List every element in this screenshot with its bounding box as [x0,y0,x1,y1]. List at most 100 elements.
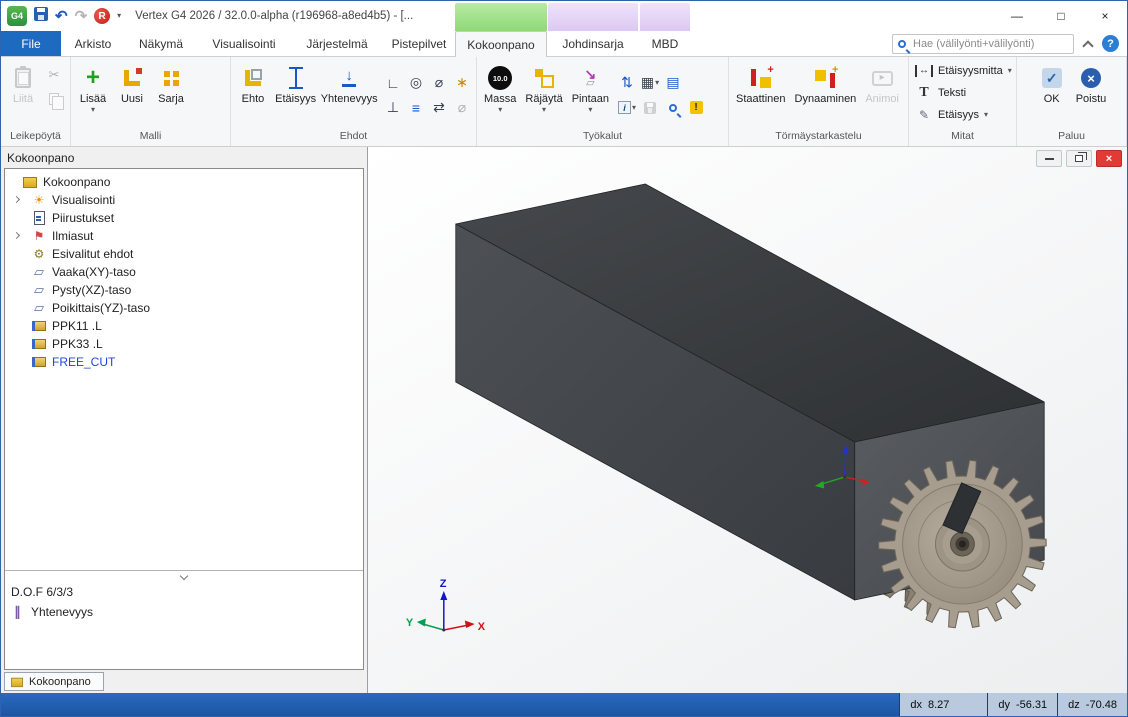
dropdown-caret-icon: ▾ [588,106,592,114]
tab-jarjestelma[interactable]: Järjestelmä [291,31,383,56]
parallel-constraint-icon[interactable]: ≡ [405,96,427,120]
text-annotation-button[interactable]: T Teksti [915,83,966,102]
tab-pistepilvet[interactable]: Pistepilvet [383,31,455,56]
list-rows-icon[interactable]: ▤ [662,71,684,95]
search-box[interactable] [892,34,1074,54]
constraint-button[interactable]: Ehto [234,60,272,106]
angle-constraint-icon[interactable]: ∟ [382,71,404,95]
tree-item-yz-plane[interactable]: ▱ Poikittais(YZ)-taso [5,299,363,317]
window-title: Vertex G4 2026 / 32.0.0-alpha (r196968-a… [135,10,413,22]
panel-empty-space [5,623,363,669]
tab-nakyma[interactable]: Näkymä [125,31,197,56]
swap-constraint-icon[interactable]: ⇄ [428,96,450,120]
expand-chevron-icon[interactable] [13,196,20,203]
panel-splitter[interactable] [5,570,363,583]
tree-box: Kokoonpano ☀ Visualisointi Piirustukset … [4,168,364,670]
perpendicular-constraint-icon[interactable]: ⊥ [382,96,404,120]
app-logo-icon[interactable]: G4 [7,6,27,26]
zoom-button[interactable] [662,96,684,120]
dynamic-collision-icon: + [813,68,837,89]
distance-constraint-icon [289,67,303,89]
info-button[interactable]: i▾ [616,96,638,120]
minimize-button[interactable]: — [995,1,1039,31]
ok-button[interactable]: ✓ OK [1033,60,1071,106]
tree-item-ppk33[interactable]: PPK33 .L [5,335,363,353]
ribbon-group-collision: + Staattinen + Dynaaminen ▸ Animoi Törmä… [729,57,909,146]
assembly-tree-panel: Kokoonpano Kokoonpano ☀ Visualisointi Pi… [1,147,368,693]
panel-title: Kokoonpano [1,147,367,168]
help-button[interactable]: ? [1102,35,1119,52]
tree-item-xy-plane[interactable]: ▱ Vaaka(XY)-taso [5,263,363,281]
concentric-constraint-icon[interactable]: ◎ [405,71,427,95]
tree-item-root[interactable]: Kokoonpano [5,173,363,191]
explode-button[interactable]: Räjäytä ▾ [521,60,566,114]
animate-icon: ▸ [872,71,893,86]
copy-button[interactable] [43,89,65,109]
viewport-close-button[interactable]: × [1096,150,1122,167]
cut-button[interactable]: ✂ [43,65,65,85]
table-icon[interactable]: ▦▾ [639,71,661,95]
tab-mbd[interactable]: MBD [639,31,691,56]
static-collision-button[interactable]: + Staattinen [732,60,790,106]
tree-item-ppk11[interactable]: PPK11 .L [5,317,363,335]
distance-dimension-button[interactable]: ✎ Etäisyys ▾ [915,105,988,124]
assembly-icon [23,175,37,189]
save-button[interactable] [34,7,48,26]
array-button[interactable]: Sarja [152,60,190,106]
add-part-button[interactable]: + Lisää ▾ [74,60,112,114]
viewport-restore-button[interactable] [1066,150,1092,167]
record-badge-icon[interactable]: R [94,8,110,24]
dynamic-collision-button[interactable]: + Dynaaminen [791,60,861,106]
viewport[interactable]: × [368,147,1127,693]
close-button[interactable]: × [1083,1,1127,31]
dropdown-caret-icon: ▾ [1008,67,1012,75]
viewport-minimize-button[interactable] [1036,150,1062,167]
maximize-button[interactable]: □ [1039,1,1083,31]
reorder-icon[interactable]: ⇅ [616,71,638,95]
tab-arkisto[interactable]: Arkisto [61,31,125,56]
symmetry-constraint-icon[interactable]: ∗ [451,71,473,95]
redo-button[interactable]: ↷ [75,9,88,24]
collapse-chevron-icon[interactable] [180,572,188,580]
tree-item-visualisointi[interactable]: ☀ Visualisointi [5,191,363,209]
ribbon-collapse-button[interactable] [1082,40,1093,51]
exit-icon: × [1081,68,1101,88]
coincidence-constraint-button[interactable]: ↓ Yhtenevyys [319,60,379,106]
tangent-constraint-icon[interactable]: ⌀ [428,71,450,95]
undo-button[interactable]: ↶ [55,9,68,24]
diameter-constraint-icon[interactable]: ⌀ [451,96,473,120]
tab-file[interactable]: File [1,31,61,56]
expand-chevron-icon[interactable] [13,232,20,239]
tree-item-xz-plane[interactable]: ▱ Pysty(XZ)-taso [5,281,363,299]
tab-kokoonpano[interactable]: Kokoonpano [455,31,547,57]
search-input[interactable] [911,37,1068,51]
panel-tab-kokoonpano[interactable]: Kokoonpano [4,672,104,691]
constraint-list-item[interactable]: ∥ Yhtenevyys [5,601,363,623]
save-model-button[interactable] [639,96,661,120]
mass-button[interactable]: 10.0 Massa ▾ [480,60,520,114]
panel-tab-bar: Kokoonpano [1,670,367,693]
distance-constraint-button[interactable]: Etäisyys [273,60,318,106]
plane-icon: ▱ [32,265,46,279]
paste-button[interactable]: Liitä [4,60,42,106]
quick-access-menu-caret-icon[interactable]: ▾ [117,12,121,20]
tree-item-piirustukset[interactable]: Piirustukset [5,209,363,227]
tab-visualisointi[interactable]: Visualisointi [197,31,291,56]
status-bar: dx 8.27 dy -56.31 dz -70.48 [1,693,1127,716]
animate-button[interactable]: ▸ Animoi [861,60,903,106]
distance-measure-button[interactable]: ↔ Etäisyysmitta ▾ [915,61,1012,80]
warning-button[interactable]: ! [685,96,707,120]
tab-johdinsarja[interactable]: Johdinsarja [547,31,639,56]
to-surface-button[interactable]: ↘ ▱ Pintaan ▾ [568,60,613,114]
3d-scene[interactable]: Z X Y [368,147,1127,693]
new-part-button[interactable]: Uusi [113,60,151,106]
tree-item-esivalitut-ehdot[interactable]: ⚙ Esivalitut ehdot [5,245,363,263]
ribbon-group-tools: 10.0 Massa ▾ Räjäytä ▾ ↘ ▱ [477,57,729,146]
constraint-icon-grid: ∟ ◎ ⌀ ∗ ⊥ ≡ ⇄ ⌀ [382,71,473,120]
exit-button[interactable]: × Poistu [1072,60,1111,106]
part-icon [32,355,46,369]
status-dy: dy -56.31 [987,693,1057,716]
tree-item-free-cut[interactable]: FREE_CUT [5,353,363,371]
tree-item-ilmiasut[interactable]: ⚑ Ilmiasut [5,227,363,245]
scissors-icon: ✂ [49,67,60,83]
